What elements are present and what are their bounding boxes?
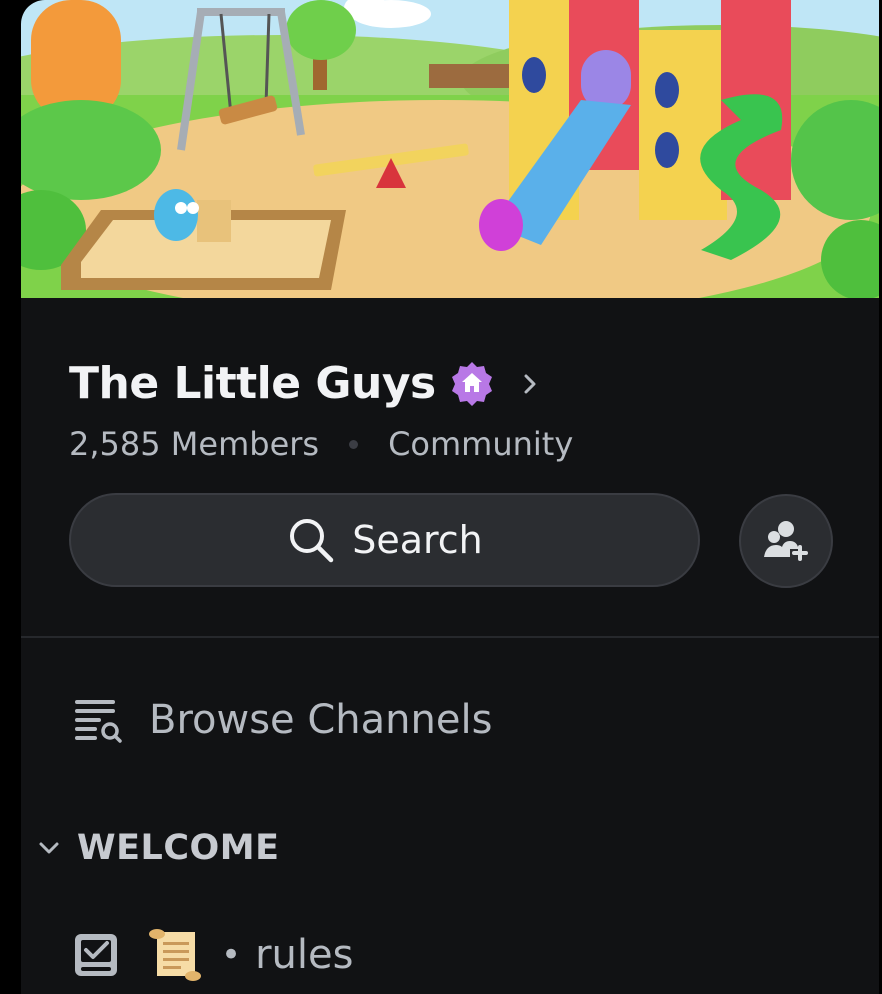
category-welcome[interactable]: WELCOME	[37, 828, 280, 868]
separator-dot	[349, 439, 359, 449]
member-count: 2,585 Members	[69, 425, 320, 463]
browse-channels-label: Browse Channels	[149, 697, 493, 743]
server-name: The Little Guys	[69, 358, 436, 409]
scroll-icon	[149, 929, 201, 981]
search-label: Search	[352, 518, 483, 562]
invite-members-button[interactable]	[739, 494, 833, 588]
channel-name-separator: •	[221, 935, 242, 975]
browse-channels-item[interactable]: Browse Channels	[73, 696, 492, 744]
server-panel: The Little Guys 2,585 Members Community …	[21, 0, 879, 994]
search-icon	[290, 519, 334, 563]
server-meta: 2,585 Members Community	[69, 425, 573, 463]
server-type: Community	[388, 425, 574, 463]
channel-name: rules	[255, 932, 354, 978]
browse-channels-icon	[75, 700, 122, 743]
category-label: WELCOME	[77, 828, 280, 868]
server-header[interactable]: The Little Guys	[69, 358, 540, 409]
chevron-right-icon	[524, 374, 536, 393]
rules-checkbox-icon	[75, 934, 117, 976]
add-member-icon	[764, 521, 808, 561]
server-banner	[21, 0, 879, 298]
header-divider	[21, 636, 879, 638]
community-home-badge-icon	[451, 361, 492, 406]
channel-rules[interactable]: • rules	[73, 928, 353, 982]
chevron-down-icon	[39, 842, 59, 854]
search-button[interactable]: Search	[69, 493, 700, 587]
playground-illustration	[21, 0, 879, 298]
